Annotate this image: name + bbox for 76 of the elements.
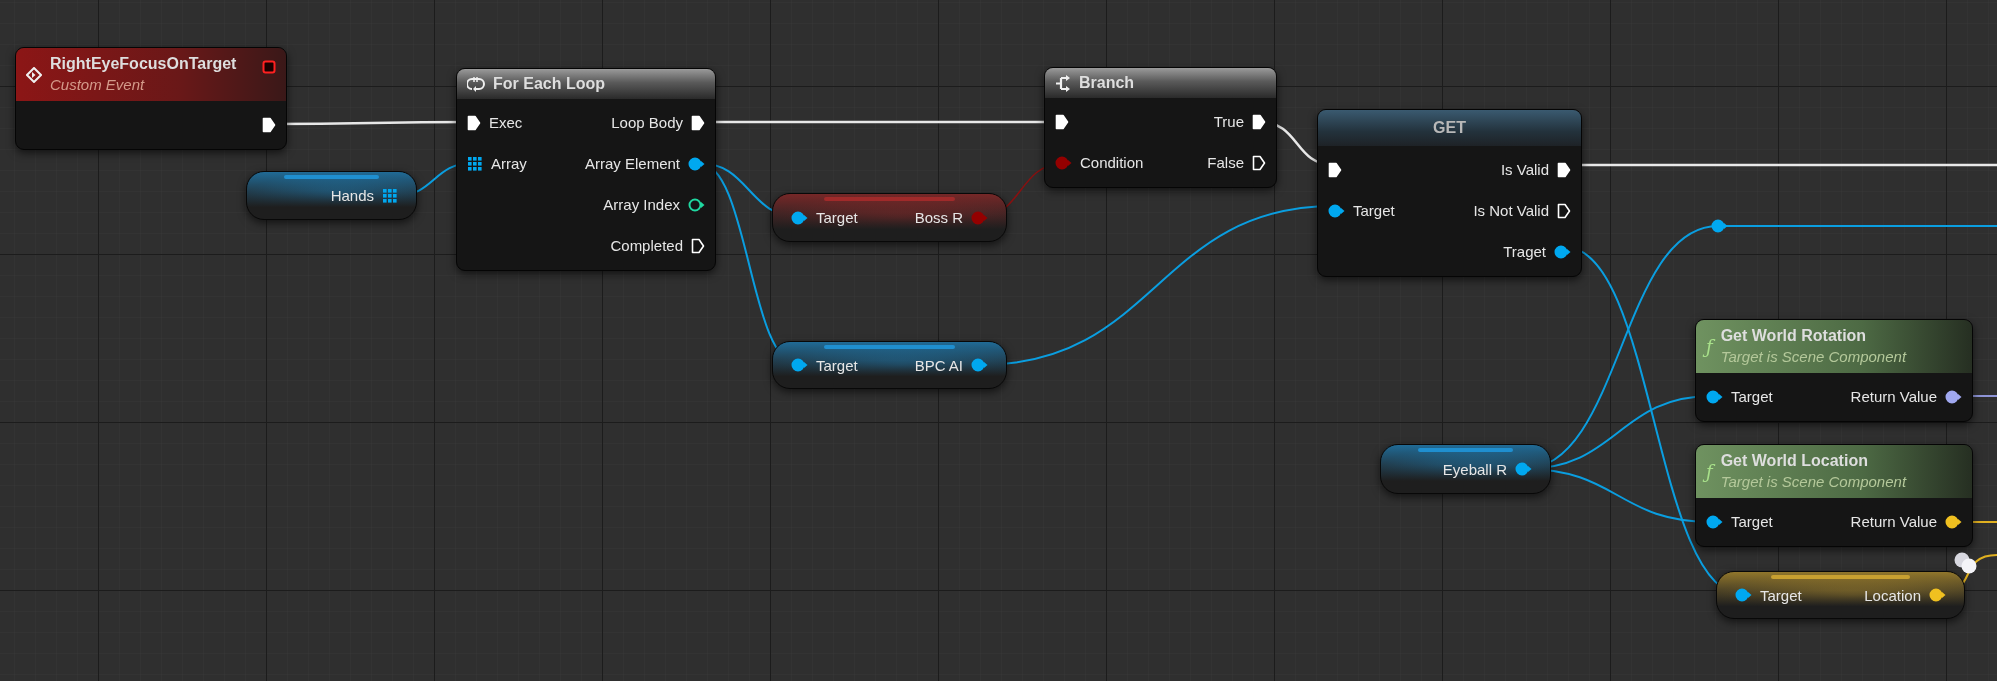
exec-pin-icon[interactable]	[691, 237, 705, 254]
variable-node[interactable]: Eyeball R	[1380, 444, 1551, 494]
data-pin-icon[interactable]	[1706, 514, 1723, 529]
exec-pin-icon[interactable]	[1557, 202, 1571, 219]
node-title: GET	[1433, 118, 1466, 138]
pin-label: Target	[1760, 587, 1802, 603]
data-pin-icon[interactable]	[971, 358, 988, 372]
pin-label: Is Not Valid	[1473, 203, 1549, 218]
pin-label: Array Index	[603, 197, 680, 212]
node-title: RightEyeFocusOnTarget	[50, 54, 237, 74]
pin-label: Traget	[1503, 244, 1546, 259]
node-card[interactable]: GET Is Valid Target Is Not Valid Traget	[1317, 109, 1582, 277]
exec-pin-icon[interactable]	[1328, 161, 1342, 178]
variable-node[interactable]: Target Boss R	[772, 193, 1007, 242]
pin-label: Completed	[610, 238, 683, 253]
pin-label: Eyeball R	[1442, 461, 1507, 477]
pin-label: Boss R	[914, 210, 963, 225]
pin-label: Array	[491, 156, 527, 171]
data-pin-icon[interactable]	[791, 210, 808, 225]
data-pin-icon[interactable]	[1929, 588, 1946, 602]
data-pin-icon[interactable]	[1554, 244, 1571, 259]
pin-label: Target	[1353, 203, 1395, 218]
data-pin-icon[interactable]	[1945, 389, 1962, 404]
array-pin-icon[interactable]	[382, 187, 398, 204]
pin-label: True	[1213, 114, 1244, 129]
array-pin-icon[interactable]	[467, 155, 483, 172]
pin-label: Target	[1731, 514, 1773, 529]
exec-pin-icon[interactable]	[1055, 113, 1069, 130]
node-card[interactable]: RightEyeFocusOnTarget Custom Event	[15, 47, 287, 150]
pin-label: Return Value	[1850, 514, 1937, 529]
pin-label: Target	[816, 357, 858, 373]
node-card[interactable]: For Each Loop Exec Loop Body Array Array Element Array Index Completed	[456, 68, 716, 271]
data-pin-icon[interactable]	[1735, 588, 1752, 602]
pin-label: Array Element	[584, 156, 680, 171]
data-pin-icon[interactable]	[1706, 389, 1723, 404]
delegate-pin-icon[interactable]	[262, 60, 276, 74]
data-pin-icon[interactable]	[791, 358, 808, 372]
pin-label: BPC AI	[914, 357, 963, 373]
branch-icon	[1055, 74, 1071, 92]
exec-pin-icon[interactable]	[691, 114, 705, 131]
node-title: Get World Location	[1720, 451, 1869, 471]
pin-label: Loop Body	[611, 115, 683, 130]
node-card[interactable]: ƒ Get World Location Target is Scene Component Target Return Value	[1695, 444, 1973, 547]
loop-icon	[467, 76, 485, 92]
data-pin-icon[interactable]	[688, 197, 705, 212]
variable-node[interactable]: Hands	[246, 171, 417, 220]
exec-pin-icon[interactable]	[467, 114, 481, 131]
variable-node[interactable]: Target BPC AI	[772, 341, 1007, 389]
pin-label: Return Value	[1850, 389, 1937, 404]
node-card[interactable]: ƒ Get World Rotation Target is Scene Component Target Return Value	[1695, 319, 1973, 422]
node-card[interactable]: Branch True Condition False	[1044, 67, 1277, 188]
exec-pin-icon[interactable]	[1252, 154, 1266, 171]
node-subtitle: Target is Scene Component	[1720, 347, 1907, 367]
pin-label: Location	[1864, 587, 1921, 603]
pin-label: Condition	[1080, 155, 1144, 170]
data-pin-icon[interactable]	[1328, 203, 1345, 218]
pin-label: Target	[1731, 389, 1773, 404]
data-pin-icon[interactable]	[1515, 462, 1532, 476]
pin-label: False	[1207, 155, 1244, 170]
data-pin-icon[interactable]	[688, 156, 705, 171]
exec-pin-icon[interactable]	[1557, 161, 1571, 178]
exec-pin-icon[interactable]	[262, 116, 276, 133]
node-title: For Each Loop	[493, 74, 605, 94]
exec-pin-icon[interactable]	[1252, 113, 1266, 130]
diamond-icon	[26, 67, 42, 83]
data-pin-icon[interactable]	[1711, 219, 1728, 233]
node-title: Branch	[1079, 73, 1135, 93]
pin-label: Exec	[489, 115, 523, 130]
pin-label: Hands	[330, 188, 374, 203]
data-pin-icon[interactable]	[1945, 514, 1962, 529]
node-title: Get World Rotation	[1720, 326, 1868, 346]
node-subtitle: Custom Event	[50, 75, 146, 95]
pin-label: Is Valid	[1500, 162, 1549, 177]
node-subtitle: Target is Scene Component	[1720, 472, 1907, 492]
variable-node[interactable]: Target Location	[1716, 571, 1965, 619]
pin-label: Target	[816, 210, 858, 225]
